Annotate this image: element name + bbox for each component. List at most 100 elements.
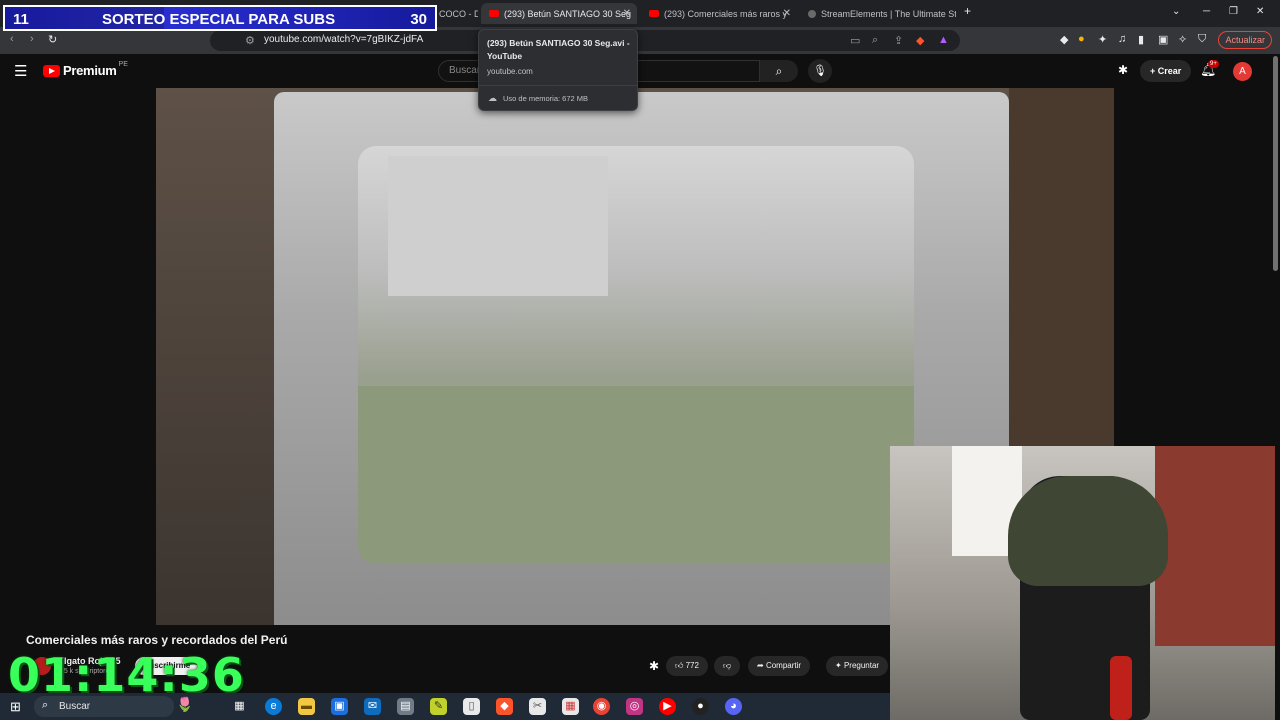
mail-icon[interactable]: ✉ bbox=[364, 698, 381, 715]
rewards-icon[interactable]: ▲ bbox=[938, 34, 949, 46]
tab-label: (293) Betún SANTIAGO 30 Seg bbox=[504, 8, 632, 19]
create-label: Crear bbox=[1157, 66, 1182, 76]
color-extension-icon[interactable]: ● bbox=[1078, 33, 1085, 45]
obs-icon[interactable]: ● bbox=[692, 698, 709, 715]
tab-comerciales[interactable]: (293) Comerciales más raros y ✕ bbox=[641, 3, 797, 24]
windows-start-icon[interactable]: ⊞ bbox=[10, 699, 21, 715]
tab-hover-card: (293) Betún SANTIAGO 30 Seg.avi - YouTub… bbox=[478, 29, 638, 111]
avatar[interactable]: A bbox=[1233, 62, 1252, 81]
search-placeholder: Buscar bbox=[449, 65, 481, 76]
tab-streamelements[interactable]: StreamElements | The Ultimate Strea bbox=[800, 3, 956, 24]
share-label: Compartir bbox=[765, 661, 802, 670]
site-info-icon[interactable]: ⚙ bbox=[245, 34, 255, 47]
youtube-favicon-icon bbox=[489, 10, 499, 17]
streamelements-favicon-icon bbox=[808, 9, 816, 18]
brave-shield-icon[interactable]: ◆ bbox=[916, 34, 924, 47]
close-window-icon[interactable]: ✕ bbox=[1256, 6, 1264, 17]
back-icon[interactable]: ‹ bbox=[10, 33, 14, 45]
file-explorer-icon[interactable]: ▬ bbox=[298, 698, 315, 715]
hover-card-divider bbox=[479, 85, 637, 86]
wallet-icon[interactable]: ▣ bbox=[1158, 33, 1168, 46]
store-icon[interactable]: ▣ bbox=[331, 698, 348, 715]
search-icon: ⌕ bbox=[42, 699, 49, 711]
video-frame-screen bbox=[358, 146, 914, 564]
sidebar-icon[interactable]: ▮ bbox=[1138, 33, 1144, 46]
like-count: 772 bbox=[685, 661, 699, 670]
restore-icon[interactable]: ❐ bbox=[1229, 6, 1238, 17]
extension-icon[interactable]: ◆ bbox=[1060, 33, 1068, 46]
taskbar-search[interactable]: ⌕ Buscar bbox=[34, 696, 174, 717]
dislike-button[interactable]: 👎︎ bbox=[714, 656, 741, 676]
hover-card-title: (293) Betún SANTIAGO 30 Seg.avi - YouTub… bbox=[487, 38, 630, 61]
ask-button[interactable]: ✦ Preguntar bbox=[826, 656, 889, 676]
search-button[interactable]: ⌕ bbox=[760, 60, 798, 82]
snipping-tool-icon[interactable]: ✂ bbox=[529, 698, 546, 715]
youtube-favicon-icon bbox=[649, 10, 659, 17]
ask-label: Preguntar bbox=[843, 661, 880, 670]
update-button[interactable]: Actualizar bbox=[1218, 31, 1272, 49]
hamburger-menu-icon[interactable]: ☰ bbox=[14, 62, 27, 80]
share-button[interactable]: ➦ Compartir bbox=[748, 656, 811, 676]
live-icon[interactable]: ✱ bbox=[1118, 63, 1128, 77]
logo-country: PE bbox=[118, 61, 128, 68]
task-view-icon[interactable]: ▦ bbox=[231, 698, 248, 715]
chrome-icon[interactable]: ◉ bbox=[593, 698, 610, 715]
forward-icon[interactable]: › bbox=[30, 33, 34, 45]
giveaway-banner: 11 SORTEO ESPECIAL PARA SUBS 30 bbox=[3, 5, 437, 31]
search-icon: ⌕ bbox=[775, 64, 783, 78]
voice-search-button[interactable]: 🎙 bbox=[808, 59, 832, 83]
instagram-icon[interactable]: ◎ bbox=[626, 698, 643, 715]
edge-icon[interactable]: e bbox=[265, 698, 282, 715]
notifications-badge: 9+ bbox=[1208, 60, 1219, 68]
youtube-play-icon bbox=[43, 64, 60, 77]
discord-icon[interactable]: ◕ bbox=[725, 698, 742, 715]
minimize-icon[interactable]: ─ bbox=[1203, 6, 1210, 17]
create-button[interactable]: + Crear bbox=[1140, 60, 1192, 82]
sparkle-icon: ✦ bbox=[835, 661, 844, 670]
webcam-door bbox=[1155, 446, 1275, 646]
webcam-jacket bbox=[1008, 476, 1168, 586]
memory-icon: ☁ bbox=[488, 93, 497, 103]
logo-text: Premium bbox=[63, 63, 117, 78]
zoom-icon[interactable]: ⌕ bbox=[872, 34, 878, 47]
close-tab-icon[interactable]: ✕ bbox=[783, 8, 791, 19]
sparkle-icon[interactable]: ✱ bbox=[649, 659, 659, 673]
share-arrow-icon: ➦ bbox=[757, 661, 766, 670]
browser-toolbar: ‹ › ↻ ⚐ ⚙ youtube.com/watch?v=7gBIKZ-jdF… bbox=[0, 27, 1280, 54]
thumbs-down-icon: 👎︎ bbox=[723, 661, 732, 670]
close-tab-icon[interactable]: ✕ bbox=[623, 8, 631, 19]
tab-search-chevron-icon[interactable]: ⌄ bbox=[1172, 6, 1180, 17]
calendar-app-icon[interactable]: ▦ bbox=[562, 698, 579, 715]
plus-icon: + bbox=[1150, 66, 1158, 76]
hover-card-memory: Uso de memoria: 672 MB bbox=[503, 94, 589, 103]
new-tab-button[interactable]: + bbox=[964, 4, 971, 18]
leo-icon[interactable]: ✧ bbox=[1178, 33, 1187, 46]
hover-card-domain: youtube.com bbox=[487, 67, 533, 76]
youtube-logo[interactable]: Premium PE bbox=[43, 61, 128, 78]
cast-icon[interactable]: ▭ bbox=[850, 34, 860, 47]
url-text[interactable]: youtube.com/watch?v=7gBIKZ-jdFA bbox=[264, 34, 423, 45]
brave-icon[interactable]: ◆ bbox=[496, 698, 513, 715]
video-frame-building bbox=[388, 156, 608, 296]
reload-icon[interactable]: ↻ bbox=[48, 33, 57, 46]
like-button[interactable]: 👍︎ 772 bbox=[666, 656, 708, 676]
document-icon[interactable]: ▯ bbox=[463, 698, 480, 715]
windows-taskbar: ⊞ ⌕ Buscar 🌷 ▦ e ▬ ▣ ✉ ▤ ✎ ▯ ◆ ✂ ▦ ◉ ◎ ▶… bbox=[0, 693, 890, 720]
vpn-icon[interactable]: ⛉ bbox=[1198, 33, 1206, 46]
tab-label: (293) Comerciales más raros y bbox=[664, 8, 788, 19]
puzzle-icon[interactable]: ✦ bbox=[1098, 33, 1107, 46]
thumbs-up-icon: 👍︎ bbox=[675, 661, 686, 670]
mic-icon: 🎙 bbox=[813, 65, 827, 77]
youtube-app-icon[interactable]: ▶ bbox=[659, 698, 676, 715]
music-icon[interactable]: ♫ bbox=[1118, 33, 1126, 45]
share-icon[interactable]: ⇪ bbox=[894, 34, 903, 47]
tab-label: StreamElements | The Ultimate Strea bbox=[821, 8, 956, 19]
page-scrollbar[interactable] bbox=[1273, 56, 1278, 271]
webcam-feed bbox=[890, 446, 1275, 720]
notepad-app-icon[interactable]: ✎ bbox=[430, 698, 447, 715]
scanner-icon[interactable]: ▤ bbox=[397, 698, 414, 715]
giveaway-current-count: 11 bbox=[13, 11, 29, 28]
tulips-icon[interactable]: 🌷 bbox=[176, 696, 193, 713]
tab-betun-santiago[interactable]: (293) Betún SANTIAGO 30 Seg ✕ bbox=[481, 3, 637, 24]
video-title: Comerciales más raros y recordados del P… bbox=[26, 633, 288, 647]
